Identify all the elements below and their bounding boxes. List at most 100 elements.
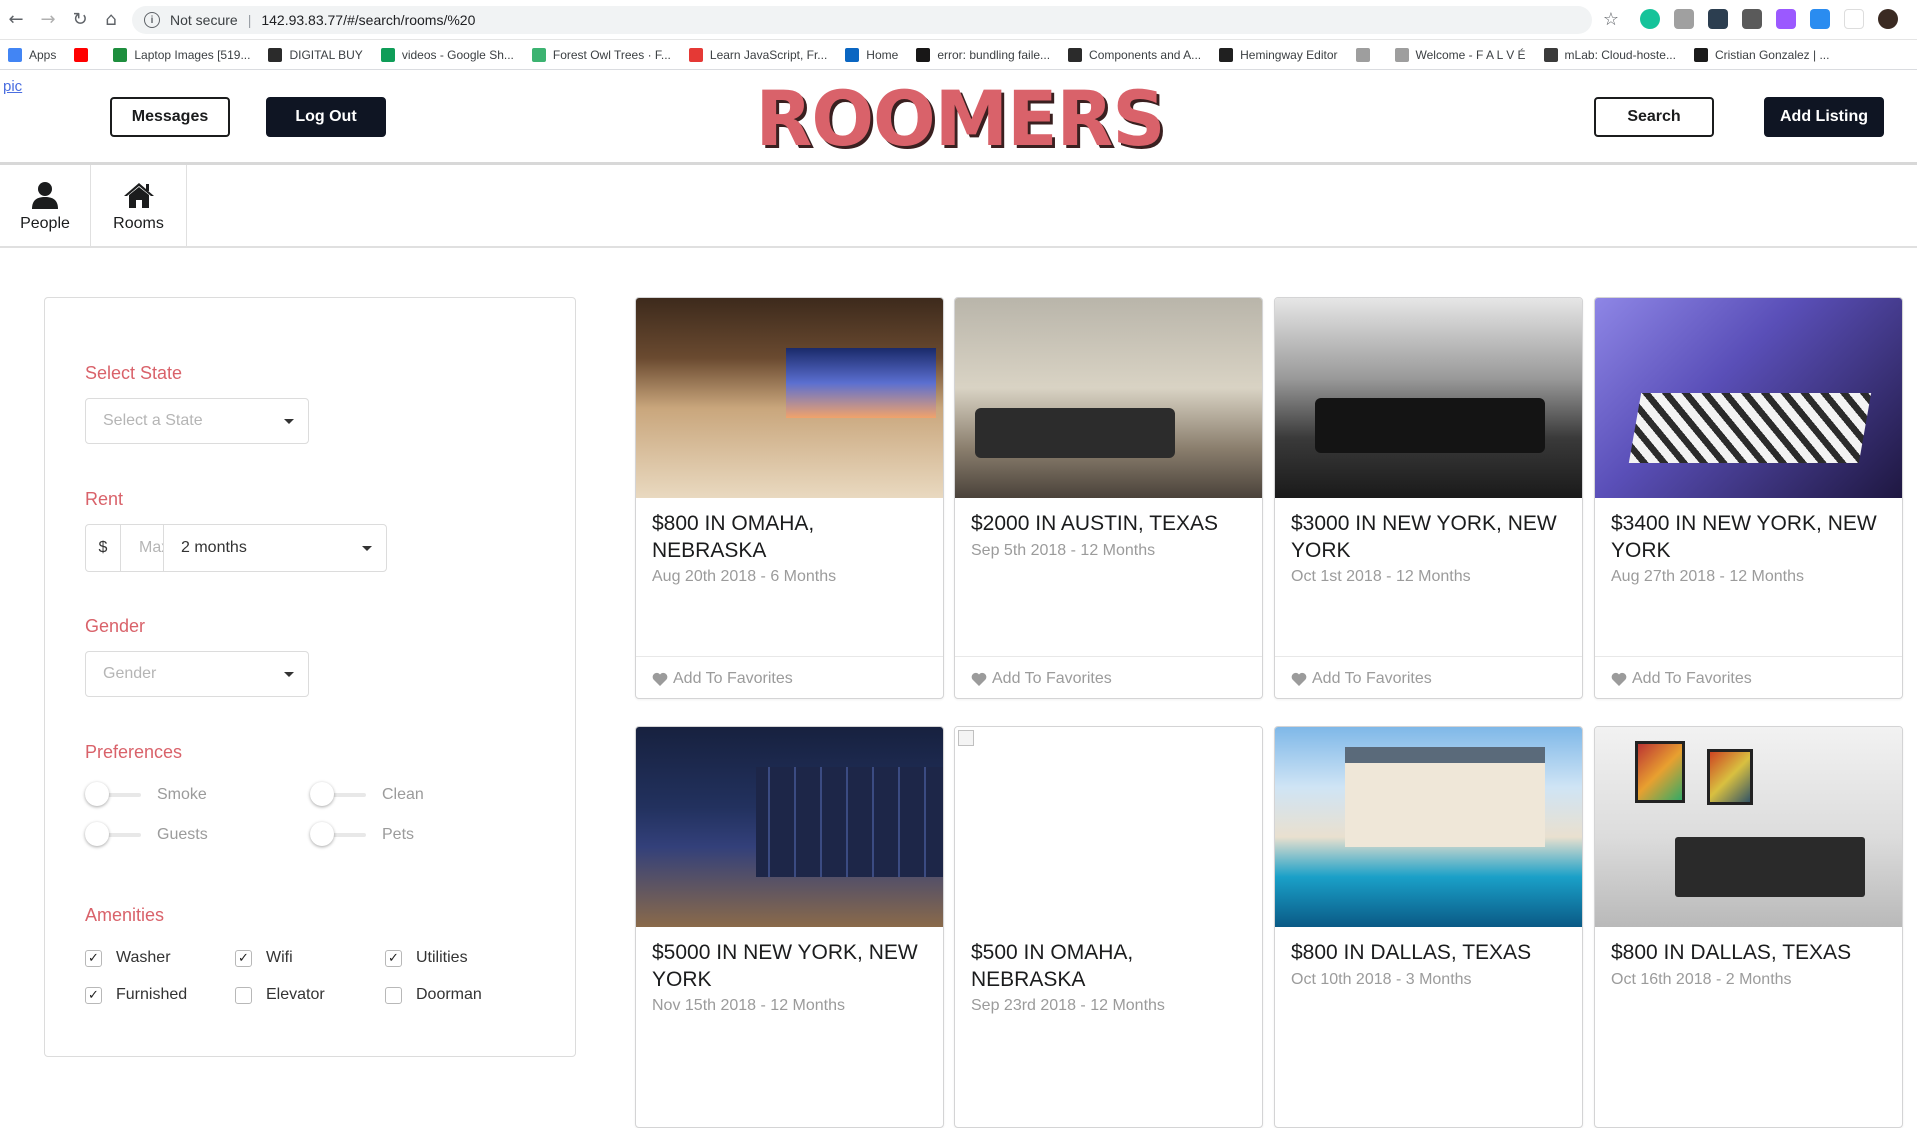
toggle-smoke-label: Smoke <box>157 786 207 803</box>
bookmark-item[interactable]: mLab: Cloud-hoste... <box>1543 47 1676 62</box>
listing-photo[interactable] <box>1275 727 1582 927</box>
bookmark-item[interactable]: Learn JavaScript, Fr... <box>688 47 827 62</box>
tab-rooms[interactable]: Rooms <box>91 165 187 248</box>
info-icon[interactable]: i <box>144 12 160 28</box>
add-to-favorites[interactable]: Add To Favorites <box>955 656 1262 698</box>
checkbox-utilities-label: Utilities <box>416 949 468 966</box>
bookmark-item[interactable]: Hemingway Editor <box>1219 47 1338 62</box>
listing-title[interactable]: $500 IN OMAHA, NEBRASKA <box>971 939 1251 993</box>
listing-card[interactable]: $2000 IN AUSTIN, TEXAS Sep 5th 2018 - 12… <box>954 297 1263 699</box>
bookmark-item[interactable]: error: bundling faile... <box>916 47 1050 62</box>
bookmark-item[interactable]: Apps <box>8 47 56 62</box>
bookmark-item[interactable]: Forest Owl Trees · F... <box>531 47 671 62</box>
duration-value: 2 months <box>181 539 247 556</box>
extension-icon[interactable] <box>1742 9 1762 29</box>
toggle-track <box>85 782 141 806</box>
checkbox-wifi[interactable]: ✓ Wifi <box>235 949 293 967</box>
site-logo[interactable]: ROOMERS <box>756 81 1166 157</box>
state-dropdown[interactable]: Select a State <box>85 398 309 444</box>
listing-meta: Oct 1st 2018 - 12 Months <box>1291 568 1471 585</box>
checkbox-box: ✓ <box>235 949 252 967</box>
messages-button[interactable]: Messages <box>110 97 230 137</box>
add-to-favorites-label: Add To Favorites <box>992 669 1112 687</box>
back-icon[interactable]: ← <box>5 8 27 30</box>
listing-photo-sofa <box>1315 398 1545 453</box>
listing-photo[interactable] <box>636 298 943 498</box>
listing-photo[interactable] <box>955 727 1262 927</box>
bookmark-item[interactable]: Cristian Gonzalez | ... <box>1693 47 1829 62</box>
search-button[interactable]: Search <box>1594 97 1714 137</box>
home-browser-icon[interactable]: ⌂ <box>100 8 122 30</box>
add-to-favorites-label: Add To Favorites <box>1632 669 1752 687</box>
checkbox-furnished[interactable]: ✓ Furnished <box>85 986 187 1004</box>
bookmark-item[interactable]: Components and A... <box>1068 47 1202 62</box>
add-to-favorites-label: Add To Favorites <box>673 669 793 687</box>
add-to-favorites[interactable]: Add To Favorites <box>636 656 943 698</box>
extension-grammarly-icon[interactable] <box>1640 9 1660 29</box>
listing-card[interactable]: $3000 IN NEW YORK, NEW YORK Oct 1st 2018… <box>1274 297 1583 699</box>
extension-react-icon[interactable] <box>1708 9 1728 29</box>
listing-photo-art <box>1635 741 1685 803</box>
tab-people-label: People <box>20 214 70 232</box>
listing-card[interactable]: $3400 IN NEW YORK, NEW YORK Aug 27th 201… <box>1594 297 1903 699</box>
listing-card[interactable]: $800 IN DALLAS, TEXAS Oct 10th 2018 - 3 … <box>1274 726 1583 1128</box>
checkbox-doorman[interactable]: Doorman <box>385 986 482 1004</box>
logout-button[interactable]: Log Out <box>266 97 386 137</box>
toggle-pets[interactable]: Pets <box>310 822 414 846</box>
bookmark-item[interactable]: Laptop Images [519... <box>113 47 250 62</box>
url-text[interactable]: 142.93.83.77/#/search/rooms/%20 <box>261 12 475 28</box>
listing-title[interactable]: $3000 IN NEW YORK, NEW YORK <box>1291 510 1571 564</box>
bookmark-item[interactable]: Home <box>845 47 898 62</box>
extension-icon[interactable] <box>1844 9 1864 29</box>
bookmark-item[interactable]: DIGITAL BUY <box>268 47 363 62</box>
security-label: Not secure <box>170 12 238 28</box>
bookmark-item[interactable]: videos - Google Sh... <box>380 47 514 62</box>
reload-icon[interactable]: ↻ <box>69 8 91 30</box>
listing-title[interactable]: $800 IN DALLAS, TEXAS <box>1291 939 1571 966</box>
add-to-favorites[interactable]: Add To Favorites <box>1595 656 1902 698</box>
bookmark-favicon-icon <box>8 47 22 62</box>
checkbox-utilities[interactable]: ✓ Utilities <box>385 949 468 967</box>
extension-icon[interactable] <box>1776 9 1796 29</box>
menu-kebab-icon[interactable]: ⋮ <box>1912 9 1917 29</box>
tab-people[interactable]: People <box>0 165 91 248</box>
listing-meta: Nov 15th 2018 - 12 Months <box>652 997 846 1014</box>
listing-photo[interactable] <box>636 727 943 927</box>
star-icon[interactable]: ☆ <box>1600 8 1622 30</box>
currency-label: $ <box>85 524 121 572</box>
checkbox-washer[interactable]: ✓ Washer <box>85 949 171 967</box>
listing-title[interactable]: $800 IN OMAHA, NEBRASKA <box>652 510 932 564</box>
add-listing-button[interactable]: Add Listing <box>1764 97 1884 137</box>
download-icon[interactable] <box>1810 9 1830 29</box>
forward-icon[interactable]: → <box>37 8 59 30</box>
toggle-clean[interactable]: Clean <box>310 782 424 806</box>
listing-photo[interactable] <box>955 298 1262 498</box>
profile-avatar-icon[interactable] <box>1878 9 1898 29</box>
listing-photo[interactable] <box>1595 298 1902 498</box>
listing-title[interactable]: $800 IN DALLAS, TEXAS <box>1611 939 1891 966</box>
listing-card[interactable]: $500 IN OMAHA, NEBRASKA Sep 23rd 2018 - … <box>954 726 1263 1128</box>
toggle-smoke[interactable]: Smoke <box>85 782 207 806</box>
listing-title[interactable]: $3400 IN NEW YORK, NEW YORK <box>1611 510 1891 564</box>
bookmark-item[interactable] <box>74 47 95 62</box>
bookmark-label: Components and A... <box>1089 47 1202 62</box>
listing-card[interactable]: $800 IN DALLAS, TEXAS Oct 16th 2018 - 2 … <box>1594 726 1903 1128</box>
bookmark-item[interactable]: Welcome - F A L V É <box>1394 47 1526 62</box>
add-to-favorites[interactable]: Add To Favorites <box>1275 656 1582 698</box>
toggle-guests[interactable]: Guests <box>85 822 208 846</box>
listing-title[interactable]: $2000 IN AUSTIN, TEXAS <box>971 510 1251 537</box>
listing-card[interactable]: $5000 IN NEW YORK, NEW YORK Nov 15th 201… <box>635 726 944 1128</box>
address-bar[interactable]: i Not secure | 142.93.83.77/#/search/roo… <box>132 6 1592 34</box>
extension-icon[interactable] <box>1674 9 1694 29</box>
gender-dropdown[interactable]: Gender <box>85 651 309 697</box>
listing-photo-house <box>1345 747 1545 847</box>
listing-title[interactable]: $5000 IN NEW YORK, NEW YORK <box>652 939 932 993</box>
duration-dropdown[interactable]: 2 months <box>163 524 387 572</box>
tab-rooms-label: Rooms <box>113 214 164 232</box>
listing-photo[interactable] <box>1275 298 1582 498</box>
listing-photo-bed <box>1628 393 1872 463</box>
checkbox-elevator[interactable]: Elevator <box>235 986 325 1004</box>
listing-card[interactable]: $800 IN OMAHA, NEBRASKA Aug 20th 2018 - … <box>635 297 944 699</box>
bookmark-item[interactable] <box>1355 47 1377 62</box>
listing-photo[interactable] <box>1595 727 1902 927</box>
